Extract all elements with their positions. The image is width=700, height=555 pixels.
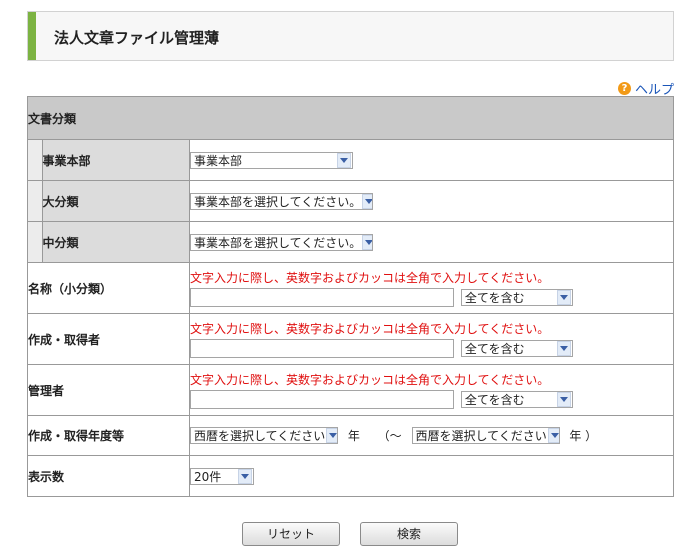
name-match-select[interactable]: 全てを含む xyxy=(460,289,573,306)
chevron-down-icon[interactable] xyxy=(547,428,559,443)
fiscal-year-label: 作成・取得年度等 xyxy=(27,415,190,456)
display-count-cell: 20件 xyxy=(189,455,674,497)
search-button[interactable]: 検索 xyxy=(360,522,458,546)
chevron-down-icon[interactable] xyxy=(326,428,337,443)
department-cell: 事業本部 xyxy=(189,139,674,181)
creator-cell: 文字入力に際し、英数字およびカッコは全角で入力してください。 全てを含む xyxy=(189,313,674,365)
section-title: 文書分類 xyxy=(27,96,674,140)
chevron-down-icon[interactable] xyxy=(556,290,571,305)
major-category-cell: 事業本部を選択してください。 xyxy=(189,180,674,222)
range-separator-text: （～ xyxy=(377,429,402,443)
middle-category-select[interactable]: 事業本部を選択してください。 xyxy=(190,233,373,251)
department-select-value: 事業本部 xyxy=(194,153,243,168)
display-count-value: 20件 xyxy=(194,469,222,484)
middle-category-label: 中分類 xyxy=(41,221,191,263)
manager-match-select[interactable]: 全てを含む xyxy=(460,391,573,408)
year-unit-text: 年 xyxy=(347,429,360,443)
creator-input[interactable] xyxy=(190,339,454,358)
manager-input[interactable] xyxy=(190,390,454,409)
manager-match-select-value: 全てを含む xyxy=(464,393,525,407)
chevron-down-icon[interactable] xyxy=(362,234,372,250)
creator-match-select[interactable]: 全てを含む xyxy=(460,340,573,357)
manager-cell: 文字入力に際し、英数字およびカッコは全角で入力してください。 全てを含む xyxy=(189,364,674,416)
reset-button[interactable]: リセット xyxy=(242,522,340,546)
creator-match-select-value: 全てを含む xyxy=(464,342,525,356)
chevron-down-icon[interactable] xyxy=(238,468,252,484)
name-input-note: 文字入力に際し、英数字およびカッコは全角で入力してください。 xyxy=(190,271,550,285)
major-category-select-value: 事業本部を選択してください。 xyxy=(194,194,362,209)
chevron-down-icon[interactable] xyxy=(337,152,351,168)
search-form-table: 文書分類 事業本部 事業本部 大分類 事業本部を選択してください。 中分類 事業… xyxy=(27,96,674,497)
department-label: 事業本部 xyxy=(41,139,191,181)
name-cell: 文字入力に際し、英数字およびカッコは全角で入力してください。 全てを含む xyxy=(189,262,674,314)
major-category-select[interactable]: 事業本部を選択してください。 xyxy=(190,192,373,210)
indent-cell xyxy=(27,180,43,222)
page-title: 法人文章ファイル管理薄 xyxy=(54,29,220,47)
name-match-select-value: 全てを含む xyxy=(464,291,525,305)
middle-category-select-value: 事業本部を選択してください。 xyxy=(194,235,362,250)
name-input[interactable] xyxy=(190,288,454,307)
display-count-select[interactable]: 20件 xyxy=(190,467,254,485)
chevron-down-icon[interactable] xyxy=(556,392,571,407)
manager-label: 管理者 xyxy=(27,364,190,416)
header-accent-bar xyxy=(28,12,36,60)
display-count-label: 表示数 xyxy=(27,455,190,497)
department-select[interactable]: 事業本部 xyxy=(190,151,353,169)
name-label: 名称（小分類） xyxy=(27,262,190,314)
creator-label: 作成・取得者 xyxy=(27,313,190,365)
help-question-icon[interactable]: ? xyxy=(617,82,631,95)
fiscal-year-from-select[interactable]: 西暦を選択してください xyxy=(190,427,338,444)
page-header: 法人文章ファイル管理薄 xyxy=(27,11,674,61)
fiscal-year-from-value: 西暦を選択してください xyxy=(194,429,326,443)
indent-cell xyxy=(27,139,43,181)
chevron-down-icon[interactable] xyxy=(556,341,571,356)
middle-category-cell: 事業本部を選択してください。 xyxy=(189,221,674,263)
fiscal-year-cell: 西暦を選択してください 年 （～ 西暦を選択してください 年 ） xyxy=(189,415,674,456)
indent-cell xyxy=(27,221,43,263)
fiscal-year-to-value: 西暦を選択してください xyxy=(415,429,547,443)
manager-input-note: 文字入力に際し、英数字およびカッコは全角で入力してください。 xyxy=(190,373,550,387)
chevron-down-icon[interactable] xyxy=(362,193,372,209)
creator-input-note: 文字入力に際し、英数字およびカッコは全角で入力してください。 xyxy=(190,322,550,336)
year-unit-end-text: 年 ） xyxy=(569,429,598,443)
fiscal-year-to-select[interactable]: 西暦を選択してください xyxy=(411,427,560,444)
major-category-label: 大分類 xyxy=(41,180,191,222)
